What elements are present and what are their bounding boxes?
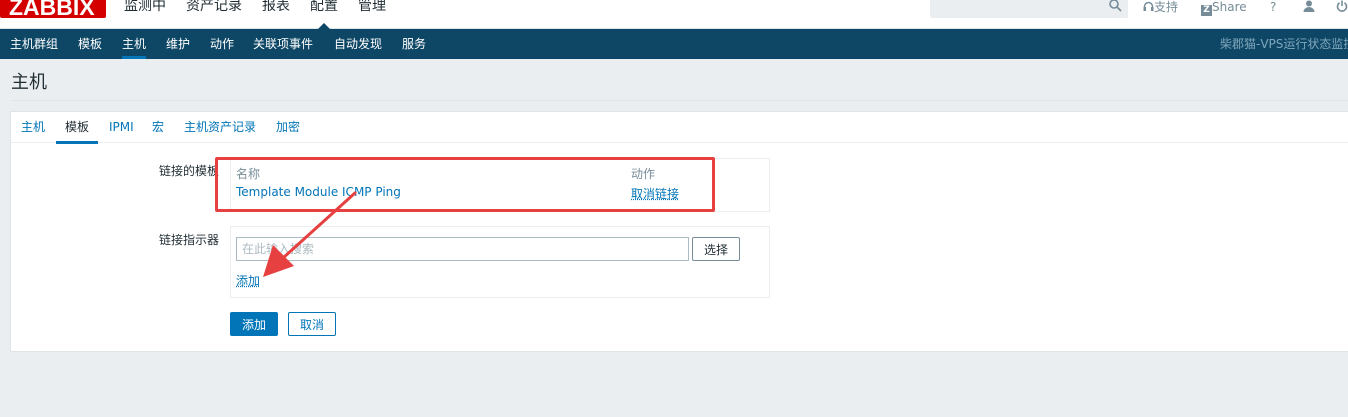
sub-nav: 主机群组 模板 主机 维护 动作 关联项事件 自动发现 服务 柴郡猫-VPS运行… xyxy=(0,29,1348,59)
top-bar: ZABBIX 监测中 资产记录 报表 配置 管理 支持 Z Share ? xyxy=(0,0,1348,29)
global-search-input[interactable] xyxy=(930,0,1128,18)
search-icon[interactable] xyxy=(1109,0,1122,12)
main-nav-administration[interactable]: 管理 xyxy=(358,0,386,18)
support-link[interactable]: 支持 xyxy=(1143,0,1178,14)
sub-nav-host-groups[interactable]: 主机群组 xyxy=(10,29,58,59)
signout-link[interactable] xyxy=(1336,0,1348,14)
sub-nav-services[interactable]: 服务 xyxy=(402,29,426,59)
main-nav-inventory[interactable]: 资产记录 xyxy=(186,0,242,18)
support-link-label: 支持 xyxy=(1154,0,1179,14)
column-header-action: 动作 xyxy=(631,167,656,181)
main-nav-monitoring[interactable]: 监测中 xyxy=(124,0,166,18)
sub-nav-templates[interactable]: 模板 xyxy=(78,29,102,59)
sub-nav-discovery[interactable]: 自动发现 xyxy=(334,29,382,59)
power-icon xyxy=(1336,0,1348,12)
add-button[interactable]: 添加 xyxy=(230,312,278,336)
help-link[interactable]: ? xyxy=(1270,0,1276,14)
main-nav-reports[interactable]: 报表 xyxy=(262,0,290,18)
sub-nav-actions[interactable]: 动作 xyxy=(210,29,234,59)
title-divider xyxy=(11,100,1348,101)
sub-nav-event-correlation[interactable]: 关联项事件 xyxy=(253,29,313,59)
template-search-input[interactable] xyxy=(236,237,689,261)
linked-template-name[interactable]: Template Module ICMP Ping xyxy=(236,185,401,199)
headset-icon xyxy=(1143,1,1154,11)
link-indicator-label: 链接指示器 xyxy=(159,233,220,247)
tab-encryption[interactable]: 加密 xyxy=(276,112,300,143)
profile-link[interactable] xyxy=(1303,0,1315,14)
add-template-link[interactable]: 添加 xyxy=(236,272,260,289)
select-button[interactable]: 选择 xyxy=(692,237,740,261)
main-nav-configuration[interactable]: 配置 xyxy=(310,0,338,18)
linked-templates-label: 链接的模板 xyxy=(159,164,220,178)
share-link-label: Share xyxy=(1212,0,1247,14)
column-header-name: 名称 xyxy=(236,167,261,181)
sub-nav-maintenance[interactable]: 维护 xyxy=(166,29,190,59)
user-icon xyxy=(1303,0,1315,12)
server-name: 柴郡猫-VPS运行状态监控 xyxy=(1220,37,1348,51)
tab-inventory[interactable]: 主机资产记录 xyxy=(184,112,256,143)
sub-nav-hosts[interactable]: 主机 xyxy=(122,29,147,59)
tab-macros[interactable]: 宏 xyxy=(152,112,164,143)
tab-host[interactable]: 主机 xyxy=(21,112,45,143)
zabbix-logo[interactable]: ZABBIX xyxy=(0,0,106,18)
share-icon: Z xyxy=(1201,5,1212,16)
form-tabs: 主机 模板 IPMI 宏 主机资产记录 加密 xyxy=(11,112,1348,144)
page-title: 主机 xyxy=(11,72,47,93)
unlink-link[interactable]: 取消链接 xyxy=(631,185,679,202)
share-link[interactable]: Z Share xyxy=(1201,0,1247,16)
cancel-button[interactable]: 取消 xyxy=(288,312,336,336)
tab-templates[interactable]: 模板 xyxy=(55,112,99,144)
tab-ipmi[interactable]: IPMI xyxy=(109,112,134,143)
